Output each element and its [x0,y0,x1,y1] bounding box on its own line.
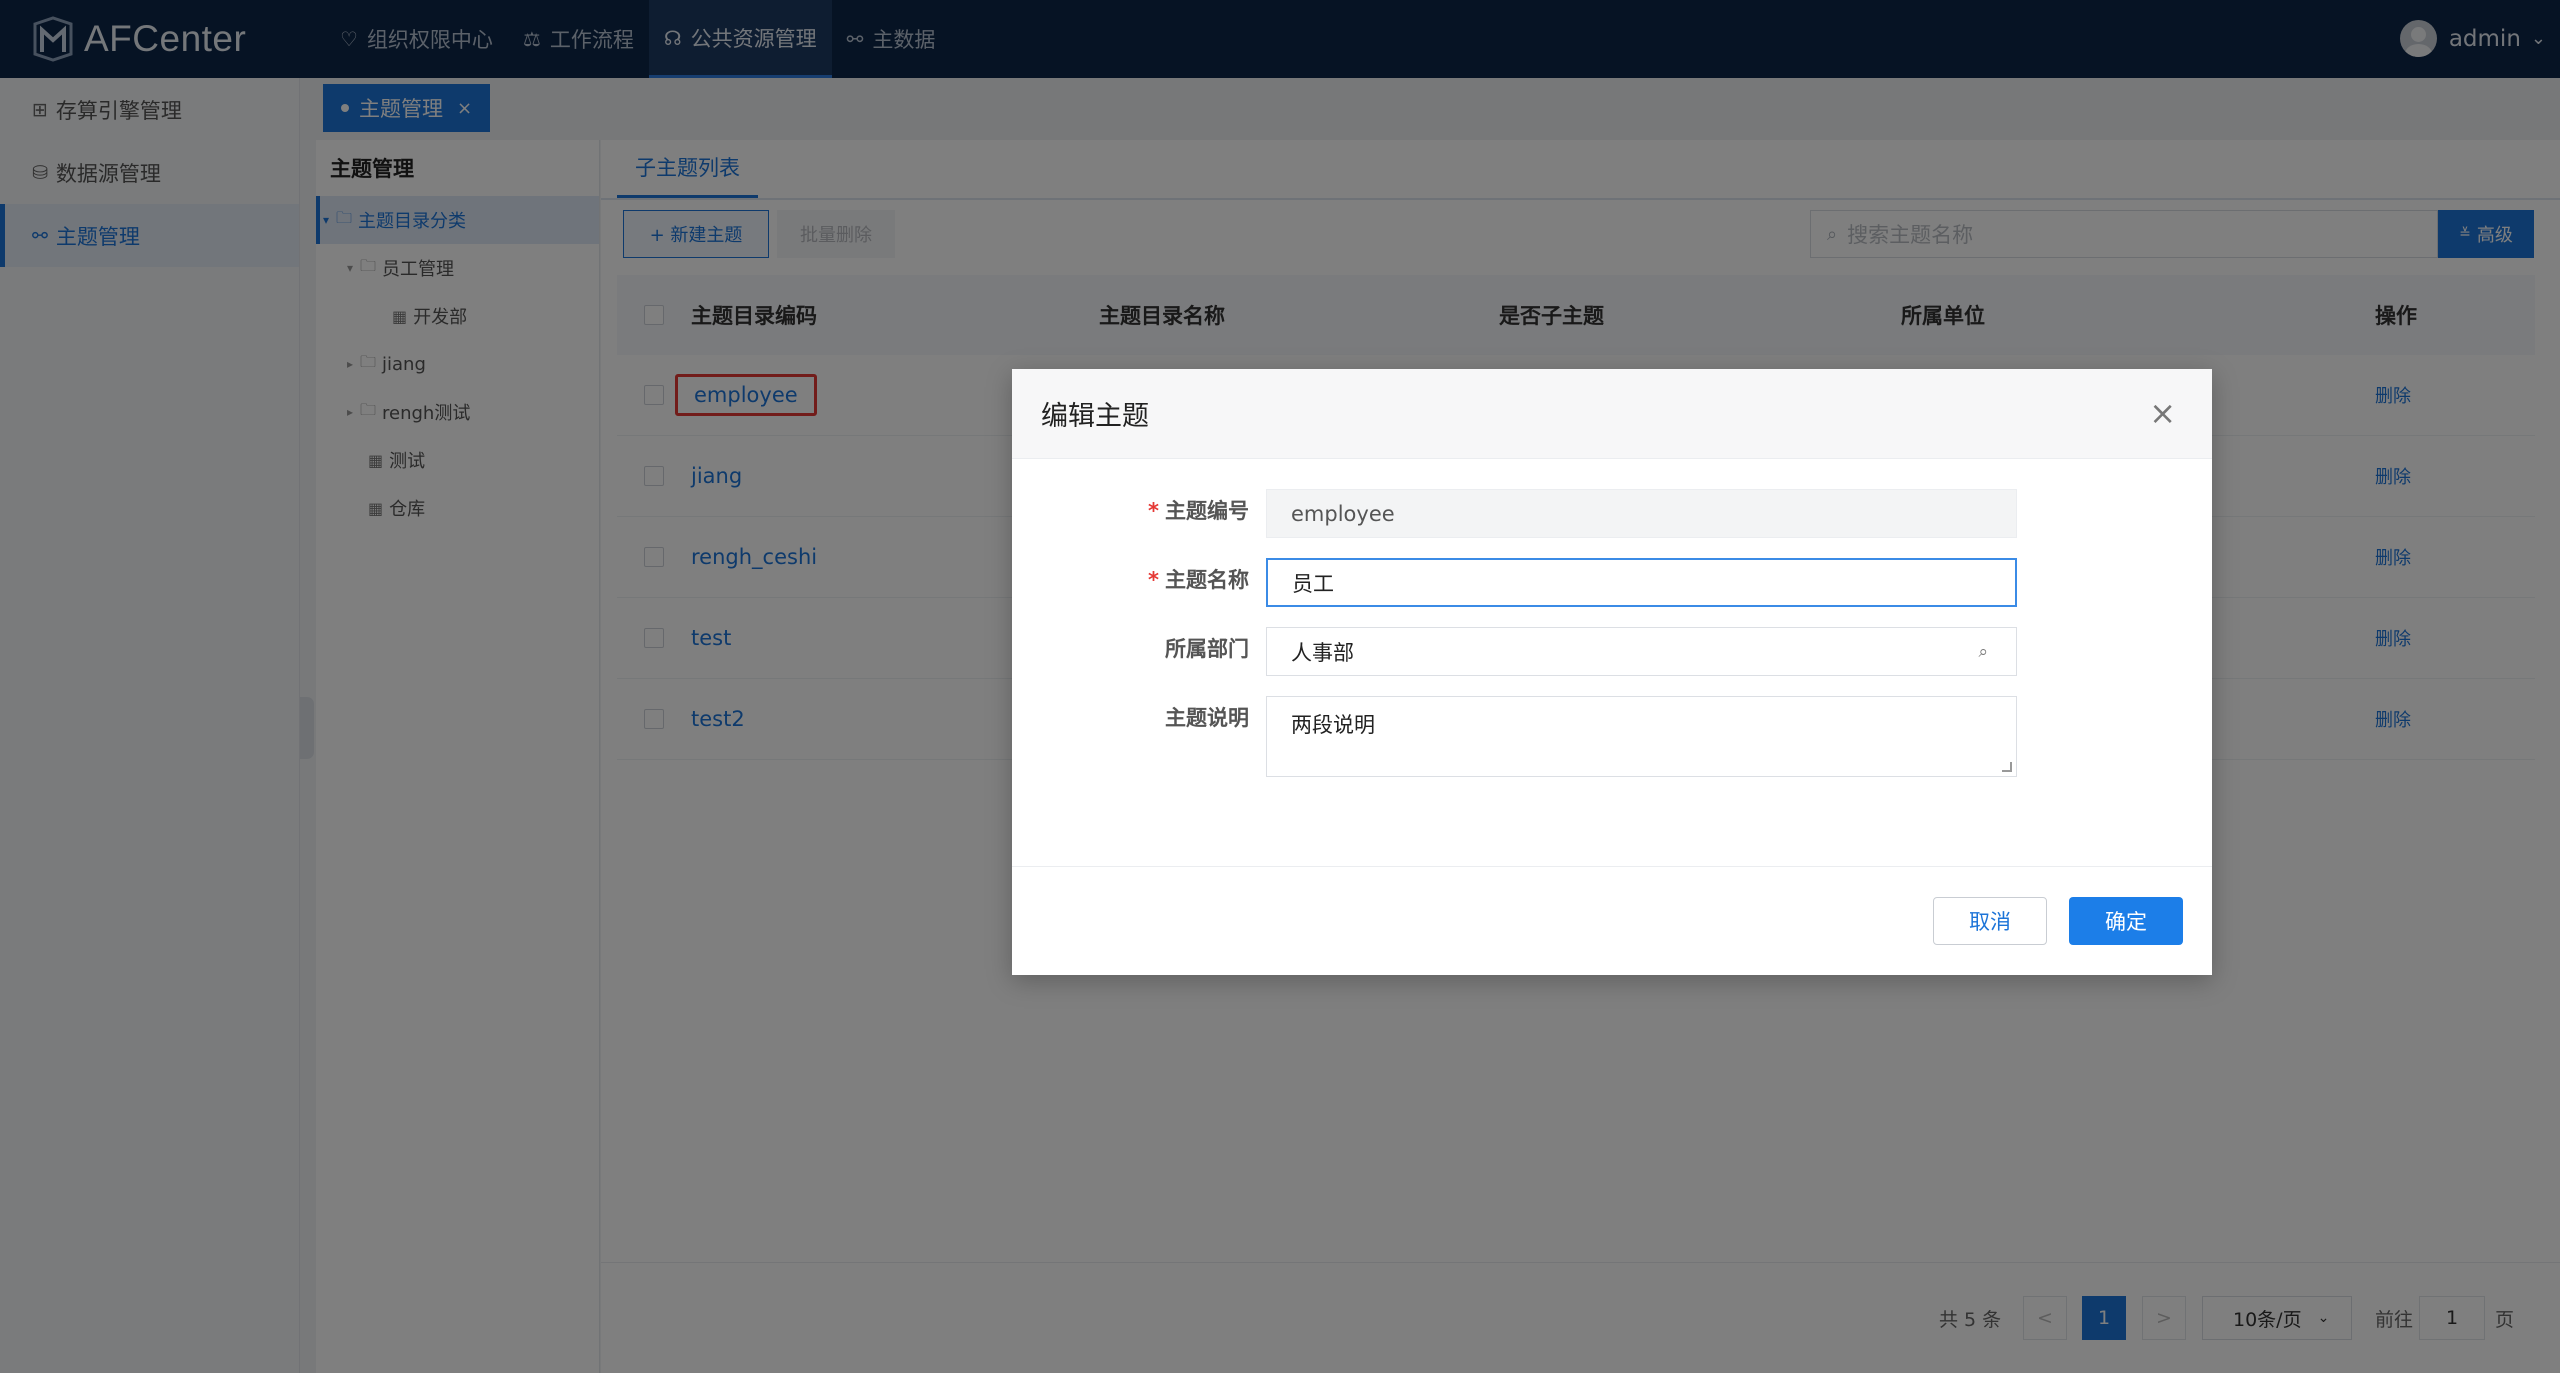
field-label: * 主题名称 [1148,568,1249,592]
description-value: 两段说明 [1291,713,1375,737]
dialog-footer: 取消 确定 [1012,866,2212,975]
search-icon[interactable]: ⌕ [1978,642,1988,662]
edit-topic-dialog: 编辑主题 × * 主题编号 employee * 主题名称 员工 所属部门 人事部 … [1012,369,2212,975]
topic-description-textarea[interactable]: 两段说明 [1266,696,2017,777]
form-row-name: * 主题名称 [1012,564,1249,594]
field-label: * 主题编号 [1148,499,1249,523]
required-marker: * [1148,568,1159,592]
dialog-title: 编辑主题 [1041,401,1149,432]
field-label: 所属部门 [1165,637,1249,661]
close-icon[interactable]: × [2149,397,2176,429]
topic-code-field: employee [1266,489,2017,538]
form-row-dept: 所属部门 [1012,633,1249,663]
resize-handle-icon[interactable] [2002,762,2012,772]
department-select-field[interactable]: 人事部 ⌕ [1266,627,2017,676]
form-row-code: * 主题编号 [1012,495,1249,525]
topic-name-field[interactable]: 员工 [1266,558,2017,607]
field-label: 主题说明 [1165,706,1249,730]
dialog-header: 编辑主题 × [1012,369,2212,459]
form-row-desc: 主题说明 [1012,702,1249,732]
required-marker: * [1148,499,1159,523]
department-value: 人事部 [1291,640,1354,665]
confirm-button[interactable]: 确定 [2069,897,2183,945]
cancel-button[interactable]: 取消 [1933,897,2047,945]
